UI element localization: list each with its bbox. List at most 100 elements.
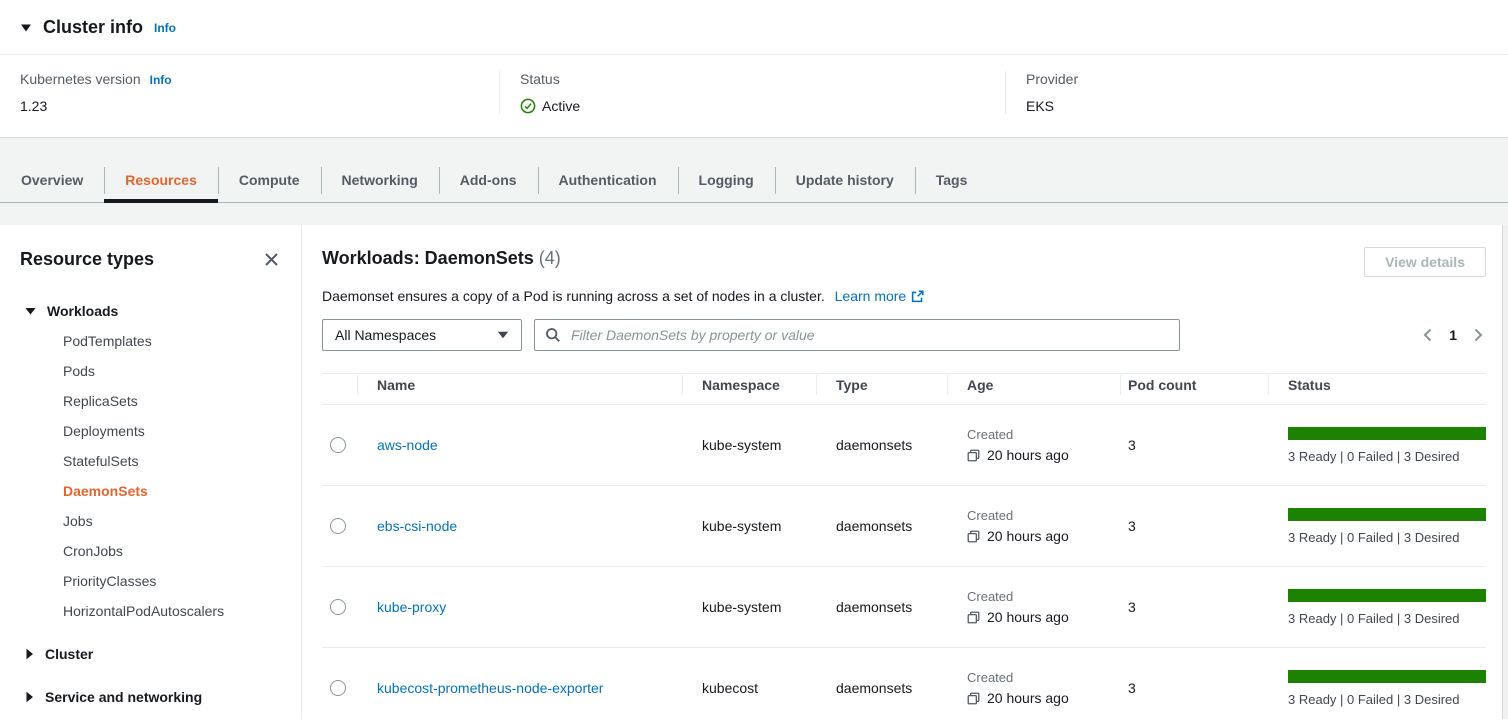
page-number[interactable]: 1	[1449, 327, 1457, 343]
daemonset-name-link[interactable]: ebs-csi-node	[377, 518, 457, 534]
tab-add-ons[interactable]: Add-ons	[439, 159, 538, 202]
cluster-info-panel: Cluster info Info Kubernetes version Inf…	[0, 0, 1508, 138]
cluster-info-header: Cluster info Info	[0, 0, 1508, 54]
filter-field	[534, 319, 1180, 351]
cell-status: 3 Ready | 0 Failed | 3 Desired	[1268, 567, 1486, 648]
tree-section-workloads[interactable]: Workloads	[20, 296, 281, 326]
column-header-status: Status	[1268, 374, 1486, 405]
copy-icon	[967, 611, 980, 624]
field-provider: Provider EKS	[1005, 71, 1508, 114]
page-title: Workloads: DaemonSets (4)	[322, 247, 561, 269]
sidebar-item-jobs[interactable]: Jobs	[20, 506, 281, 536]
external-link-icon	[911, 290, 924, 303]
tree-section-label: Cluster	[45, 646, 93, 662]
row-select-radio[interactable]	[330, 680, 346, 696]
status-label: Status	[520, 71, 560, 87]
cluster-info-fields: Kubernetes version Info 1.23 Status Acti…	[0, 55, 1508, 137]
close-icon[interactable]	[262, 250, 281, 269]
cell-pod-count: 3	[1120, 567, 1268, 648]
copy-icon	[967, 692, 980, 705]
daemonset-name-link[interactable]: kube-proxy	[377, 599, 446, 615]
sidebar-item-replicasets[interactable]: ReplicaSets	[20, 386, 281, 416]
kubernetes-version-value: 1.23	[20, 98, 479, 114]
row-select-radio[interactable]	[330, 518, 346, 534]
view-details-button[interactable]: View details	[1364, 247, 1486, 277]
cell-age: Created 20 hours ago	[947, 567, 1120, 648]
column-header-pod-count: Pod count	[1120, 374, 1268, 405]
pagination: 1	[1422, 327, 1486, 343]
tab-tags[interactable]: Tags	[915, 159, 989, 202]
tab-logging[interactable]: Logging	[678, 159, 775, 202]
field-status: Status Active	[499, 71, 1005, 114]
previous-page-icon[interactable]	[1422, 327, 1433, 343]
cell-age: Created 20 hours ago	[947, 405, 1120, 486]
kubernetes-version-info-link[interactable]: Info	[150, 73, 172, 87]
tab-overview[interactable]: Overview	[0, 159, 104, 202]
row-select-radio[interactable]	[330, 437, 346, 453]
sidebar-item-statefulsets[interactable]: StatefulSets	[20, 446, 281, 476]
tab-compute[interactable]: Compute	[218, 159, 321, 202]
cell-namespace: kube-system	[682, 486, 816, 567]
cell-age: Created 20 hours ago	[947, 648, 1120, 720]
table-header-row: Name Namespace Type Age Pod count Status	[322, 374, 1486, 405]
cell-status: 3 Ready | 0 Failed | 3 Desired	[1268, 648, 1486, 720]
tree-section-label: Workloads	[47, 303, 118, 319]
sidebar-item-daemonsets[interactable]: DaemonSets	[20, 476, 281, 506]
cell-type: daemonsets	[816, 405, 947, 486]
status-progress-bar	[1288, 670, 1486, 683]
item-count: (4)	[539, 248, 561, 268]
workloads-items: PodTemplates Pods ReplicaSets Deployment…	[20, 326, 281, 626]
namespace-select-value: All Namespaces	[335, 327, 436, 343]
tab-update-history[interactable]: Update history	[775, 159, 915, 202]
daemonsets-panel: Workloads: DaemonSets (4) View details D…	[302, 225, 1508, 719]
sidebar-item-horizontalpodautoscalers[interactable]: HorizontalPodAutoscalers	[20, 596, 281, 626]
column-header-type: Type	[816, 374, 947, 405]
status-progress-bar	[1288, 427, 1486, 440]
sidebar-item-priorityclasses[interactable]: PriorityClasses	[20, 566, 281, 596]
caret-right-icon	[25, 691, 34, 703]
provider-label: Provider	[1026, 71, 1078, 87]
table-row: aws-node kube-system daemonsets Created …	[322, 405, 1486, 486]
caret-right-icon	[25, 648, 34, 660]
tree-section-service-and-networking[interactable]: Service and networking	[20, 682, 281, 712]
status-progress-bar	[1288, 589, 1486, 602]
namespace-select[interactable]: All Namespaces	[322, 319, 522, 351]
column-header-age: Age	[947, 374, 1120, 405]
field-kubernetes-version: Kubernetes version Info 1.23	[0, 71, 499, 114]
daemonset-name-link[interactable]: kubecost-prometheus-node-exporter	[377, 680, 603, 696]
sidebar-item-podtemplates[interactable]: PodTemplates	[20, 326, 281, 356]
sidebar-item-cronjobs[interactable]: CronJobs	[20, 536, 281, 566]
sidebar-item-pods[interactable]: Pods	[20, 356, 281, 386]
row-select-radio[interactable]	[330, 599, 346, 615]
tab-resources[interactable]: Resources	[104, 159, 218, 202]
cell-namespace: kubecost	[682, 648, 816, 720]
tab-networking[interactable]: Networking	[321, 159, 439, 202]
tab-band: Overview Resources Compute Networking Ad…	[0, 138, 1508, 225]
cluster-info-info-link[interactable]: Info	[154, 21, 176, 35]
status-value: Active	[542, 98, 580, 114]
cell-namespace: kube-system	[682, 567, 816, 648]
cell-type: daemonsets	[816, 567, 947, 648]
learn-more-link[interactable]: Learn more	[835, 288, 925, 304]
table-row: kubecost-prometheus-node-exporter kubeco…	[322, 648, 1486, 720]
cell-pod-count: 3	[1120, 405, 1268, 486]
resource-types-sidebar: Resource types Workloads PodTemplates Po…	[0, 225, 302, 719]
sidebar-item-deployments[interactable]: Deployments	[20, 416, 281, 446]
sidebar-title: Resource types	[20, 249, 154, 270]
collapse-caret-icon[interactable]	[20, 20, 32, 36]
tree-section-cluster[interactable]: Cluster	[20, 639, 281, 669]
panel-description: Daemonset ensures a copy of a Pod is run…	[322, 288, 1486, 304]
next-page-icon[interactable]	[1473, 327, 1484, 343]
cell-namespace: kube-system	[682, 405, 816, 486]
cluster-info-title: Cluster info	[43, 17, 143, 38]
tab-bar: Overview Resources Compute Networking Ad…	[0, 159, 1508, 203]
daemonset-name-link[interactable]: aws-node	[377, 437, 438, 453]
cell-age: Created 20 hours ago	[947, 486, 1120, 567]
tab-authentication[interactable]: Authentication	[538, 159, 678, 202]
status-progress-bar	[1288, 508, 1486, 521]
filter-input[interactable]	[569, 326, 1169, 344]
table-row: kube-proxy kube-system daemonsets Create…	[322, 567, 1486, 648]
provider-value: EKS	[1026, 98, 1488, 114]
status-check-icon	[520, 98, 536, 114]
kubernetes-version-label: Kubernetes version	[20, 71, 141, 87]
